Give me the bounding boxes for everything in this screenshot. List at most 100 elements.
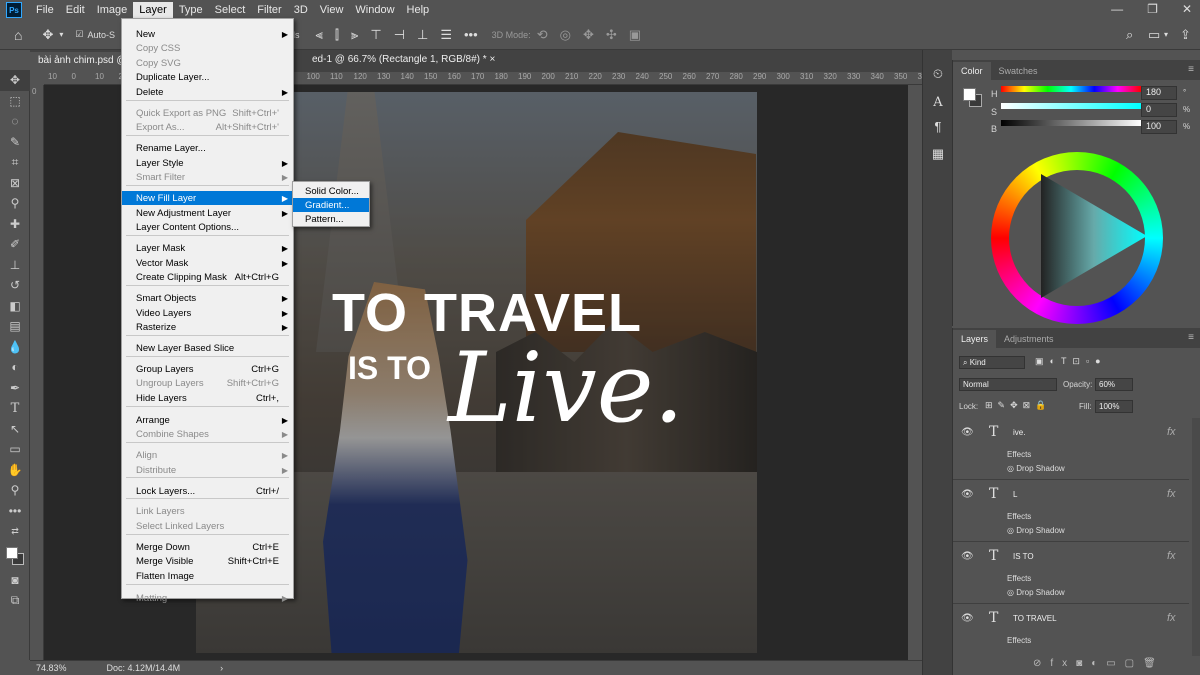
auto-select-checkbox[interactable]: ☑ xyxy=(75,29,83,40)
status-arrow-icon[interactable]: › xyxy=(220,663,223,673)
3d-orbit-icon[interactable]: ⟲ xyxy=(537,27,548,43)
menu-item-flatten-image[interactable]: Flatten Image xyxy=(122,569,293,583)
lock-icons[interactable]: ⊞✎✥⊠🔒 xyxy=(985,400,1051,411)
layers-menu-icon[interactable]: ≡ xyxy=(1188,332,1194,343)
menu-item-layer-mask[interactable]: Layer Mask ▶ xyxy=(122,241,293,255)
menu-item-rename-layer[interactable]: Rename Layer... xyxy=(122,141,293,155)
hand-tool-icon[interactable]: ✋ xyxy=(0,460,30,481)
menu-layer[interactable]: Layer xyxy=(133,2,173,18)
history-icon[interactable]: ⏲ xyxy=(923,62,953,86)
menu-item-hide-layers[interactable]: Hide Layers Ctrl+, xyxy=(122,391,293,405)
h-value-input[interactable]: 180 xyxy=(1141,86,1177,100)
effect-eye-icon[interactable]: ◎ xyxy=(1007,526,1016,535)
libraries-icon[interactable]: ▦ xyxy=(923,142,953,166)
menu-item-arrange[interactable]: Arrange ▶ xyxy=(122,413,293,427)
panel-menu-icon[interactable]: ≡ xyxy=(1188,64,1194,75)
menu-view[interactable]: View xyxy=(314,2,350,18)
effect-eye-icon[interactable]: ◎ xyxy=(1007,464,1016,473)
visibility-eye-icon[interactable]: 👁 xyxy=(961,427,974,438)
align-right-icon[interactable]: ⫸ xyxy=(351,27,358,43)
foreground-color-swatch[interactable] xyxy=(6,546,18,559)
align-left-icon[interactable]: ⫷ xyxy=(316,27,323,43)
layer-row[interactable]: 👁 T IS TO fx Effects ◎ Drop Shadow xyxy=(953,542,1189,604)
menu-item-delete[interactable]: Delete ▶ xyxy=(122,85,293,99)
foreground-swatch[interactable] xyxy=(963,88,976,101)
path-select-tool-icon[interactable]: ↖ xyxy=(0,419,30,440)
distribute-icon[interactable]: ☰ xyxy=(440,27,452,43)
search-icon[interactable]: ⌕ xyxy=(1126,27,1133,43)
restore-icon[interactable]: ❐ xyxy=(1147,2,1158,16)
align-bottom-icon[interactable]: ⊥ xyxy=(417,27,428,43)
layer-fx-icon[interactable]: fx xyxy=(1167,612,1176,624)
zoom-tool-icon[interactable]: ⚲ xyxy=(0,480,30,501)
eraser-tool-icon[interactable]: ◧ xyxy=(0,296,30,317)
home-icon[interactable]: ⌂ xyxy=(14,27,22,43)
effect-eye-icon[interactable]: ◎ xyxy=(1007,588,1016,597)
menu-item-new-adjustment-layer[interactable]: New Adjustment Layer ▶ xyxy=(122,206,293,220)
quick-select-tool-icon[interactable]: ✎ xyxy=(0,132,30,153)
menu-item-vector-mask[interactable]: Vector Mask ▶ xyxy=(122,256,293,270)
zoom-level[interactable]: 74.83% xyxy=(36,663,67,673)
healing-brush-tool-icon[interactable]: ✚ xyxy=(0,214,30,235)
close-icon[interactable]: ✕ xyxy=(1182,2,1192,16)
b-value-input[interactable]: 100 xyxy=(1141,120,1177,134)
more-options-icon[interactable]: ••• xyxy=(464,27,478,42)
crop-tool-icon[interactable]: ⌗ xyxy=(0,152,30,173)
workspace-icon[interactable]: ▭ xyxy=(1148,27,1160,43)
menu-item-merge-visible[interactable]: Merge Visible Shift+Ctrl+E xyxy=(122,554,293,568)
menu-3d[interactable]: 3D xyxy=(288,2,314,18)
tab-layers[interactable]: Layers xyxy=(953,330,997,348)
menu-select[interactable]: Select xyxy=(209,2,252,18)
move-tool-icon[interactable]: ✥ xyxy=(42,27,53,43)
layer-name[interactable]: ive. xyxy=(1013,428,1025,437)
menu-item-new-fill-layer[interactable]: New Fill Layer ▶ xyxy=(122,191,293,205)
menu-item-group-layers[interactable]: Group Layers Ctrl+G xyxy=(122,362,293,376)
menu-item-video-layers[interactable]: Video Layers ▶ xyxy=(122,306,293,320)
menu-edit[interactable]: Edit xyxy=(60,2,91,18)
menu-item-layer-content-options[interactable]: Layer Content Options... xyxy=(122,220,293,234)
gradient-tool-icon[interactable]: ▤ xyxy=(0,316,30,337)
color-swatches-mini[interactable] xyxy=(963,88,983,108)
swap-colors-icon[interactable]: ⇄ xyxy=(0,521,30,542)
menu-filter[interactable]: Filter xyxy=(251,2,287,18)
marquee-tool-icon[interactable]: ⬚ xyxy=(0,91,30,112)
dodge-tool-icon[interactable]: ◐ xyxy=(0,357,30,378)
visibility-eye-icon[interactable]: 👁 xyxy=(961,489,974,500)
character-icon[interactable]: A xyxy=(923,90,953,114)
s-value-input[interactable]: 0 xyxy=(1141,103,1177,117)
layer-name[interactable]: IS TO xyxy=(1013,552,1034,561)
screen-mode-icon[interactable]: ⧉ xyxy=(0,590,30,611)
tab-color[interactable]: Color xyxy=(953,62,991,80)
minimize-icon[interactable]: — xyxy=(1111,2,1123,16)
type-tool-icon[interactable]: T xyxy=(0,398,30,419)
saturation-slider[interactable] xyxy=(1001,103,1141,109)
chevron-down-icon[interactable]: ▾ xyxy=(59,30,63,39)
align-top-icon[interactable]: ⊤ xyxy=(370,27,381,43)
submenu-item-solid-color[interactable]: Solid Color... xyxy=(293,184,369,198)
visibility-eye-icon[interactable]: 👁 xyxy=(961,551,974,562)
lasso-tool-icon[interactable]: ◌ xyxy=(0,111,30,132)
blend-mode-select[interactable]: Normal xyxy=(959,378,1057,391)
menu-item-new-layer-based-slice[interactable]: New Layer Based Slice xyxy=(122,341,293,355)
document-tab-2[interactable]: ed-1 @ 66.7% (Rectangle 1, RGB/8#) * × xyxy=(312,54,495,65)
3d-scale-icon[interactable]: ▣ xyxy=(629,27,641,43)
layer-fx-icon[interactable]: fx xyxy=(1167,426,1176,438)
share-icon[interactable]: ⇪ xyxy=(1180,27,1191,43)
menu-image[interactable]: Image xyxy=(91,2,134,18)
menu-item-merge-down[interactable]: Merge Down Ctrl+E xyxy=(122,540,293,554)
color-swatches[interactable] xyxy=(0,542,30,570)
drop-shadow-effect[interactable]: ◎ Drop Shadow xyxy=(1007,526,1065,535)
visibility-eye-icon[interactable]: 👁 xyxy=(961,613,974,624)
menu-help[interactable]: Help xyxy=(401,2,436,18)
live-script-text[interactable]: Live. xyxy=(448,332,684,444)
document-tab-1[interactable]: bài ảnh chim.psd @ xyxy=(30,52,135,72)
menu-type[interactable]: Type xyxy=(173,2,209,18)
menu-window[interactable]: Window xyxy=(349,2,400,18)
layer-row[interactable]: 👁 T Lfx Effects ◎ Drop Shadow xyxy=(953,480,1189,542)
menu-item-duplicate-layer[interactable]: Duplicate Layer... xyxy=(122,70,293,84)
layer-row[interactable]: 👁 T TO TRAVEL fx Effects xyxy=(953,604,1189,656)
blur-tool-icon[interactable]: 💧 xyxy=(0,337,30,358)
drop-shadow-effect[interactable]: ◎ Drop Shadow xyxy=(1007,588,1065,597)
frame-tool-icon[interactable]: ⊠ xyxy=(0,173,30,194)
align-middle-icon[interactable]: ⊣ xyxy=(394,27,405,43)
